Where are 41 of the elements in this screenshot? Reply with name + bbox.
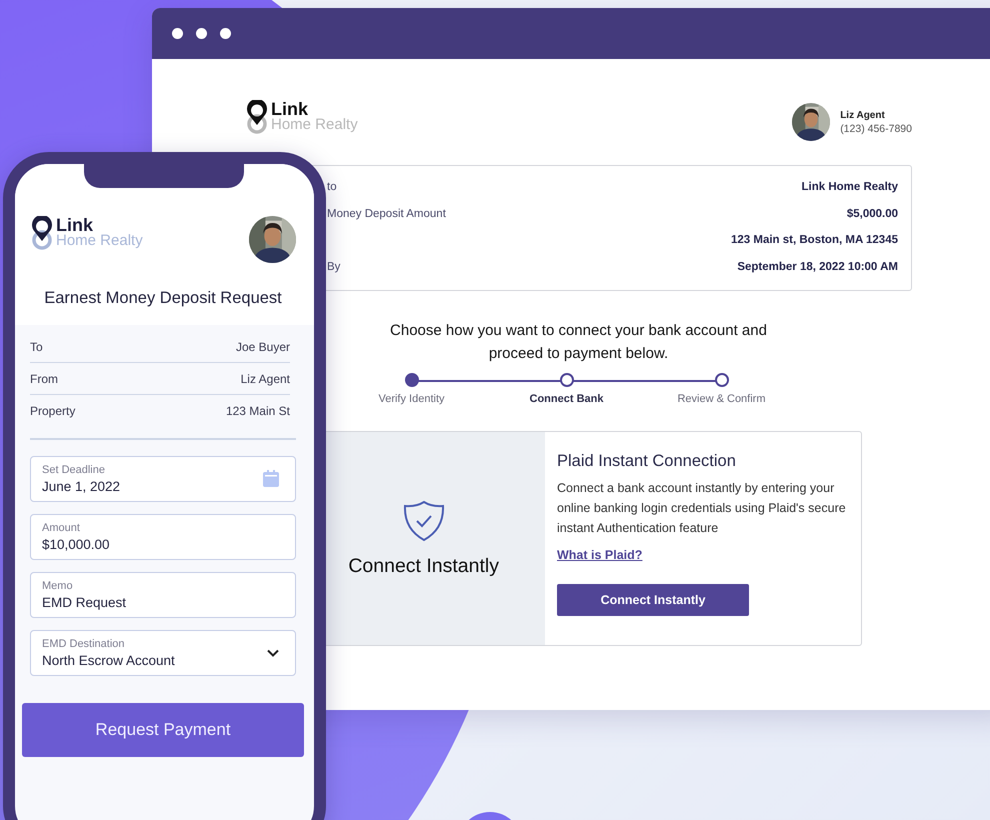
agent-phone: (123) 456-7890 [840, 122, 912, 134]
logo-tagline: Home Realty [56, 233, 143, 248]
window-dot[interactable] [220, 28, 231, 39]
summary-value: 123 Main st, Boston, MA 12345 [730, 234, 898, 246]
logo-name: Link [271, 100, 308, 118]
detail-label: From [30, 372, 58, 386]
input-field[interactable]: Memo EMD Request [30, 572, 296, 618]
option-title: Connect Instantly [348, 555, 499, 578]
detail-label: Property [30, 404, 76, 418]
request-payment-button[interactable]: Request Payment [22, 702, 304, 756]
summary-label: Money Deposit Amount [327, 208, 446, 220]
logo-icon [30, 216, 54, 250]
summary-label: to [327, 181, 337, 194]
summary-label: By [327, 260, 340, 273]
step-label[interactable]: Verify Identity [378, 393, 445, 405]
option-heading: Plaid Instant Connection [557, 452, 736, 471]
logo-icon [245, 100, 269, 134]
logo-name: Link [56, 216, 94, 234]
request-title: Earnest Money Deposit Request [43, 289, 283, 308]
step-label[interactable]: Connect Bank [530, 393, 604, 405]
dropdown-field[interactable]: EMD Destination North Escrow Account [30, 630, 296, 676]
detail-value: Joe Buyer [236, 340, 290, 354]
option-description: Connect a bank account instantly by entering your online banking login credentials using Plaid's secure instant Authentication feature [557, 480, 847, 537]
detail-label: To [30, 340, 43, 354]
instruction-text: Choose how you want to connect your bank account and proceed to payment below. [389, 321, 768, 364]
window-dot[interactable] [196, 28, 207, 39]
connect-button[interactable]: Connect Instantly [557, 584, 749, 616]
chevron-down-icon[interactable] [267, 648, 279, 656]
help-link[interactable]: What is Plaid? [557, 548, 642, 562]
summary-value: Link Home Realty [802, 181, 898, 194]
summary-value: $5,000.00 [846, 208, 898, 220]
shield-check-icon [402, 499, 446, 543]
logo-tagline: Home Realty [271, 117, 358, 132]
summary-value: September 18, 2022 10:00 AM [737, 260, 898, 273]
detail-value: 123 Main St [226, 404, 290, 418]
window-dot[interactable] [172, 28, 183, 39]
agent-name: Liz Agent [840, 110, 886, 120]
input-field[interactable]: Amount $10,000.00 [30, 514, 296, 560]
input-field[interactable]: Set Deadline June 1, 2022 [30, 456, 296, 502]
detail-value: Liz Agent [240, 372, 290, 386]
step-label[interactable]: Review & Confirm [677, 393, 766, 405]
